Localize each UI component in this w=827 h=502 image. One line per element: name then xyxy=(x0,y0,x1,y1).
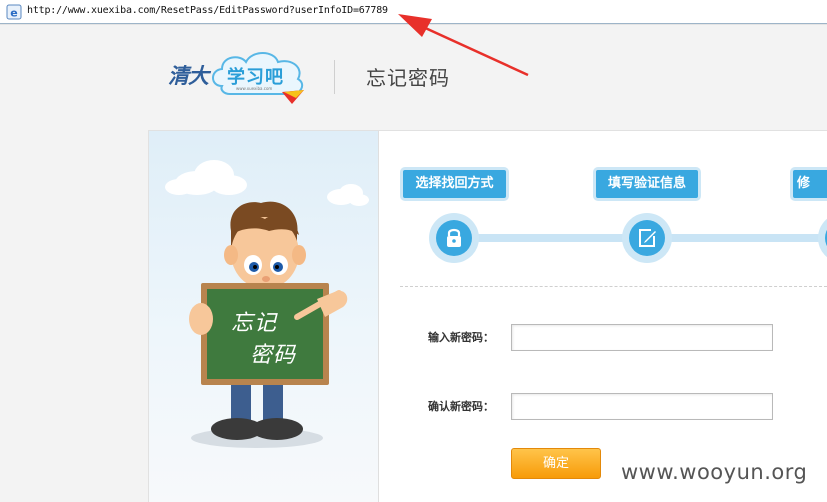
svg-text:e: e xyxy=(10,7,17,20)
step-2-circle xyxy=(622,213,672,263)
logo-url: www.xuexiba.com xyxy=(236,86,273,91)
logo-qinghua: 清大 xyxy=(168,63,209,88)
watermark: www.wooyun.org xyxy=(621,460,808,484)
ie-page-icon: e xyxy=(6,4,22,20)
address-bar[interactable]: e http://www.xuexiba.com/ResetPass/EditP… xyxy=(0,0,827,24)
new-password-input[interactable] xyxy=(511,324,773,351)
url-text[interactable]: http://www.xuexiba.com/ResetPass/EditPas… xyxy=(27,5,388,16)
step-1-circle xyxy=(429,213,479,263)
dashed-divider xyxy=(400,286,827,287)
lock-icon xyxy=(447,228,461,247)
confirm-password-input[interactable] xyxy=(511,393,773,420)
board-text-line1: 忘记 xyxy=(231,311,278,336)
board-text-line2: 密码 xyxy=(250,343,297,368)
step-label-choose-method: 选择找回方式 xyxy=(400,167,509,201)
page-title: 忘记密码 xyxy=(366,66,450,90)
header-divider xyxy=(334,60,335,94)
step-label-modify: 修 xyxy=(790,167,827,201)
edit-icon xyxy=(639,229,656,247)
step-label-fill-verification: 填写验证信息 xyxy=(593,167,701,201)
new-password-label: 输入新密码： xyxy=(428,331,494,344)
confirm-password-label: 确认新密码： xyxy=(428,400,494,413)
confirm-button[interactable]: 确定 xyxy=(511,448,601,479)
